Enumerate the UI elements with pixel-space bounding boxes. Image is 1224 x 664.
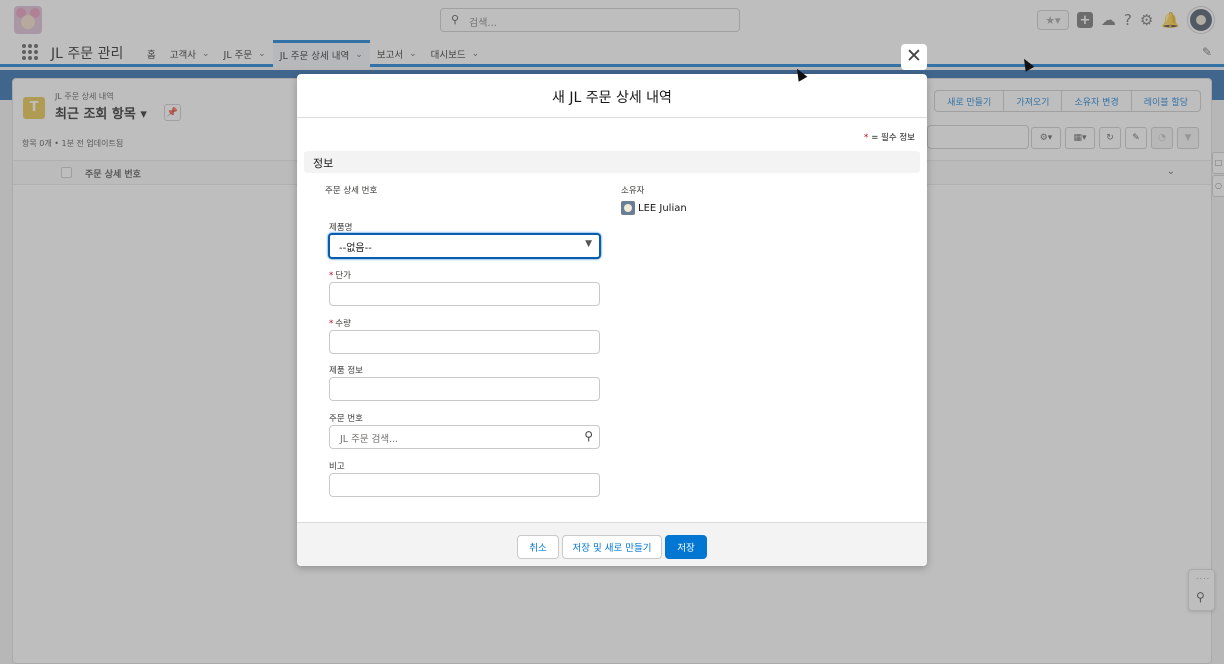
owner-name[interactable]: LEE Julian (638, 203, 687, 214)
search-icon[interactable]: ⚲ (584, 429, 593, 443)
product-name-label: 제품명 (329, 223, 353, 233)
close-icon[interactable]: ✕ (901, 44, 927, 70)
modal-header: 새 JL 주문 상세 내역 (297, 74, 927, 118)
product-name-select[interactable]: --없음-- ▼ (328, 233, 601, 259)
quantity-field[interactable] (329, 330, 600, 354)
order-detail-number-label: 주문 상세 번호 (325, 186, 378, 196)
modal-footer: 취소 저장 및 새로 만들기 저장 (297, 522, 927, 566)
quantity-label: * 수량 (329, 317, 351, 329)
section-title: 정보 (313, 157, 334, 170)
unit-price-label-text: 단가 (335, 271, 351, 281)
required-star: * (863, 133, 869, 143)
product-name-value: --없음-- (339, 243, 372, 254)
product-info-label: 제품 정보 (329, 366, 363, 376)
unit-price-field[interactable] (329, 282, 600, 306)
modal-title: 새 JL 주문 상세 내역 (552, 90, 672, 106)
quantity-label-text: 수량 (335, 319, 351, 329)
required-note-text: = 필수 정보 (871, 133, 915, 143)
cancel-button[interactable]: 취소 (517, 535, 559, 559)
owner-avatar (621, 201, 635, 215)
product-info-field[interactable] (329, 377, 600, 401)
remarks-label: 비고 (329, 462, 345, 472)
required-star: * (329, 271, 334, 281)
owner-value[interactable]: LEE Julian (621, 201, 687, 215)
new-record-modal: 새 JL 주문 상세 내역 * = 필수 정보 정보 주문 상세 번호 제품명 -… (297, 74, 927, 566)
owner-label: 소유자 (621, 186, 645, 196)
order-number-placeholder: JL 주문 검색... (340, 434, 399, 445)
unit-price-label: * 단가 (329, 269, 351, 281)
order-number-lookup[interactable]: JL 주문 검색... ⚲ (329, 425, 600, 449)
remarks-field[interactable] (329, 473, 600, 497)
save-button[interactable]: 저장 (665, 535, 707, 559)
section-header-info[interactable]: 정보 (304, 151, 920, 173)
required-star: * (329, 319, 334, 329)
caret-down-icon: ▼ (585, 239, 592, 249)
required-info-note: * = 필수 정보 (864, 131, 915, 143)
order-number-label: 주문 번호 (329, 414, 363, 424)
save-and-new-button[interactable]: 저장 및 새로 만들기 (562, 535, 662, 559)
